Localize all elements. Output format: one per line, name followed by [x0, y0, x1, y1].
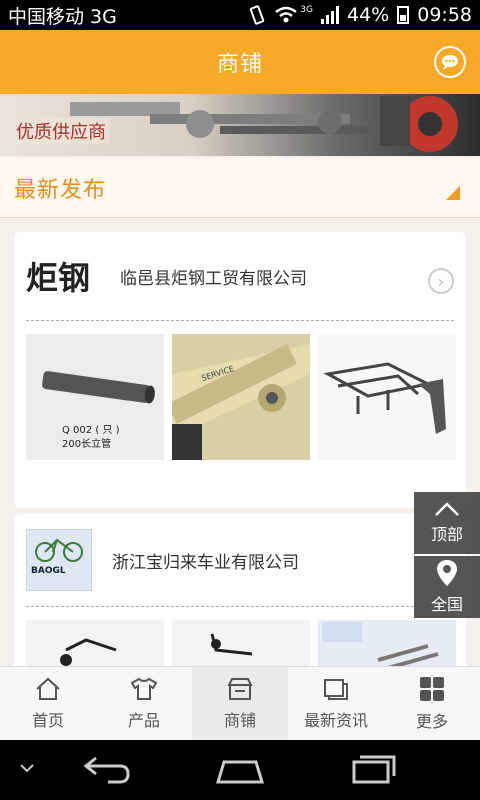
promo-banner[interactable]: 优质供应商: [0, 94, 480, 156]
back-icon[interactable]: [82, 752, 132, 786]
caption-line: Q 002 ( 只 ): [62, 425, 120, 436]
caption-line: 200长立管: [62, 439, 112, 450]
shop-logo: BAOGL: [26, 529, 92, 591]
product-thumb[interactable]: [172, 620, 310, 666]
grid-icon: [420, 676, 444, 701]
shop-icon: [227, 677, 253, 700]
product-thumb[interactable]: Q 002 ( 只 ) 200长立管: [26, 334, 164, 460]
battery-percent: 44%: [347, 4, 390, 26]
dashed-divider: [26, 320, 454, 321]
chat-bubble-icon: [442, 55, 458, 70]
status-bar: 中国移动 3G 3G 44% 09:58: [0, 0, 480, 30]
scroll-top-button[interactable]: 顶部: [414, 492, 480, 554]
shop-logo: 炬钢: [26, 259, 91, 297]
chevron-up-icon: [435, 502, 459, 516]
chevron-right-icon[interactable]: ›: [428, 268, 454, 294]
nav-label: 商铺: [223, 710, 256, 730]
home-icon: [36, 677, 60, 700]
nav-home[interactable]: 首页: [0, 667, 96, 740]
app-header: 商铺: [0, 30, 480, 94]
bike-frame-image: [318, 620, 456, 666]
vibrate-icon: [250, 5, 265, 25]
metal-bracket-image: [318, 334, 456, 460]
shop-card-header[interactable]: BAOGL 浙江宝归来车业有限公司: [14, 514, 466, 606]
nationwide-label: 全国: [430, 595, 463, 614]
nav-label: 更多: [415, 711, 448, 731]
nav-news[interactable]: 最新资讯: [288, 667, 384, 740]
shirt-icon: [130, 677, 158, 700]
nav-label: 首页: [31, 710, 64, 730]
battery-icon: [397, 6, 410, 24]
nav-label: 产品: [127, 710, 160, 730]
section-title: 最新发布: [14, 177, 107, 203]
carrier-label: 中国移动 3G: [8, 5, 117, 28]
network-type: 3G: [300, 5, 313, 15]
product-caption: Q 002 ( 只 ) 200长立管: [62, 424, 119, 452]
signal-icon: [321, 6, 339, 24]
nav-more[interactable]: 更多: [384, 667, 480, 740]
shop-card-header[interactable]: 炬钢 临邑县炬钢工贸有限公司 ›: [14, 232, 466, 320]
product-row: [26, 620, 466, 666]
banner-tag: 优质供应商: [12, 118, 110, 144]
nav-label: 最新资讯: [303, 710, 368, 730]
bike-chainstay-image: SERVICE: [172, 334, 310, 460]
location-pin-icon: [437, 560, 457, 586]
clock: 09:58: [417, 4, 472, 26]
status-icons: 3G 44% 09:58: [248, 4, 472, 26]
bicycle-image: [26, 620, 164, 666]
shop-card[interactable]: BAOGL 浙江宝归来车业有限公司: [14, 514, 466, 666]
corner-triangle-icon: [446, 186, 460, 200]
shop-name: 临邑县炬钢工贸有限公司: [120, 268, 307, 289]
shop-list: 炬钢 临邑县炬钢工贸有限公司 › Q 002 ( 只 ) 200长立管 SERV…: [0, 218, 480, 666]
latest-section-header[interactable]: 最新发布: [0, 158, 480, 218]
chevron-down-icon[interactable]: [18, 762, 36, 774]
product-row: Q 002 ( 只 ) 200长立管 SERVICE: [26, 334, 466, 460]
news-icon: [324, 678, 348, 700]
chat-button[interactable]: [434, 46, 466, 78]
wifi-icon: [275, 6, 298, 23]
bicycle-icon: [35, 538, 83, 562]
bottom-nav: 首页 产品 商铺 最新资讯 更多: [0, 666, 480, 740]
nav-shops[interactable]: 商铺: [192, 667, 288, 740]
nationwide-button[interactable]: 全国: [414, 556, 480, 618]
page-title: 商铺: [216, 52, 263, 77]
home-button-icon[interactable]: [214, 752, 266, 786]
product-thumb[interactable]: SERVICE: [172, 334, 310, 460]
shop-name: 浙江宝归来车业有限公司: [112, 552, 299, 573]
scroll-top-label: 顶部: [430, 525, 463, 544]
brand-name: BAOGL: [31, 566, 66, 576]
product-thumb[interactable]: [318, 334, 456, 460]
nav-products[interactable]: 产品: [96, 667, 192, 740]
product-thumb[interactable]: [26, 620, 164, 666]
dashed-divider: [26, 606, 454, 607]
shop-card[interactable]: 炬钢 临邑县炬钢工贸有限公司 › Q 002 ( 只 ) 200长立管 SERV…: [14, 232, 466, 508]
product-thumb[interactable]: [318, 620, 456, 666]
system-nav-bar: [0, 740, 480, 800]
bicycle-image: [172, 620, 310, 666]
recent-apps-icon[interactable]: [350, 752, 400, 786]
